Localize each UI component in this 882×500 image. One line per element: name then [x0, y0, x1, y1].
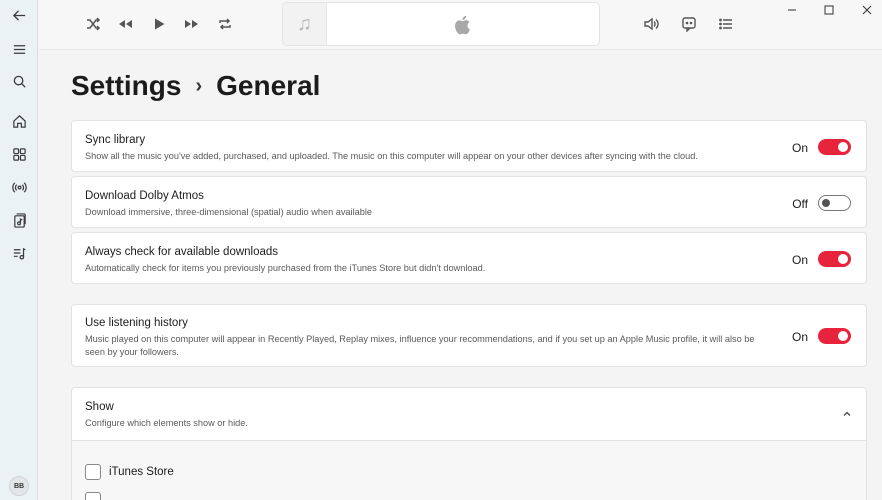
playlist-icon[interactable] [0, 239, 38, 267]
breadcrumb-separator: › [195, 74, 203, 97]
apple-logo-icon [453, 14, 473, 36]
sync-library-toggle[interactable] [818, 139, 851, 155]
page-title: Settings › General [71, 70, 320, 102]
setting-description: Automatically check for items you previo… [85, 263, 486, 273]
setting-description: Show all the music you've added, purchas… [85, 151, 698, 161]
queue-icon[interactable] [713, 12, 739, 36]
previous-icon[interactable] [112, 12, 138, 36]
top-bar: ♫ [39, 0, 882, 50]
checkbox-next[interactable] [85, 492, 109, 500]
volume-icon[interactable] [638, 12, 664, 36]
shuffle-icon[interactable] [80, 12, 106, 36]
setting-title: Use listening history [85, 317, 188, 329]
section-title: Show [85, 401, 114, 413]
setting-sync-library: Sync library Show all the music you've a… [71, 120, 867, 172]
minimize-button[interactable] [773, 0, 811, 20]
setting-check-downloads: Always check for available downloads Aut… [71, 232, 867, 284]
now-playing[interactable]: ♫ [282, 2, 600, 46]
repeat-icon[interactable] [212, 12, 238, 36]
checkbox[interactable] [85, 464, 101, 480]
back-arrow-icon[interactable] [0, 1, 38, 29]
sidebar: BB [0, 0, 38, 500]
play-icon[interactable] [146, 12, 172, 36]
avatar[interactable]: BB [9, 476, 29, 496]
lyrics-icon[interactable] [676, 12, 702, 36]
setting-dolby-atmos: Download Dolby Atmos Download immersive,… [71, 176, 867, 228]
browse-grid-icon[interactable] [0, 140, 38, 168]
setting-state: On [791, 141, 808, 155]
section-description: Configure which elements show or hide. [85, 418, 248, 428]
radio-icon[interactable] [0, 173, 38, 201]
listening-history-toggle[interactable] [818, 328, 851, 344]
breadcrumb-settings[interactable]: Settings [71, 70, 181, 102]
checkbox-label: iTunes Store [109, 466, 174, 478]
checkbox-itunes-store[interactable]: iTunes Store [85, 464, 174, 480]
maximize-button[interactable] [810, 0, 848, 20]
checkbox[interactable] [85, 492, 101, 500]
show-section-header[interactable]: Show Configure which elements show or hi… [71, 387, 867, 441]
menu-icon[interactable] [0, 35, 38, 63]
show-section-body: iTunes Store [71, 441, 867, 500]
setting-listening-history: Use listening history Music played on th… [71, 304, 867, 367]
setting-state: Off [792, 197, 808, 211]
close-button[interactable] [848, 0, 882, 20]
music-note-icon: ♫ [283, 3, 327, 45]
search-icon[interactable] [0, 67, 38, 95]
setting-title: Always check for available downloads [85, 246, 279, 258]
library-icon[interactable] [0, 206, 38, 234]
next-icon[interactable] [179, 12, 205, 36]
home-icon[interactable] [0, 107, 38, 135]
chevron-up-icon[interactable] [842, 406, 852, 416]
setting-title: Download Dolby Atmos [85, 190, 204, 202]
setting-state: On [791, 253, 808, 267]
setting-description: Music played on this computer will appea… [85, 334, 755, 357]
setting-state: On [791, 330, 808, 344]
breadcrumb-general: General [216, 70, 321, 101]
setting-title: Sync library [85, 134, 146, 146]
dolby-atmos-toggle[interactable] [818, 195, 851, 211]
setting-description: Download immersive, three-dimensional (s… [85, 207, 372, 217]
check-downloads-toggle[interactable] [818, 251, 851, 267]
